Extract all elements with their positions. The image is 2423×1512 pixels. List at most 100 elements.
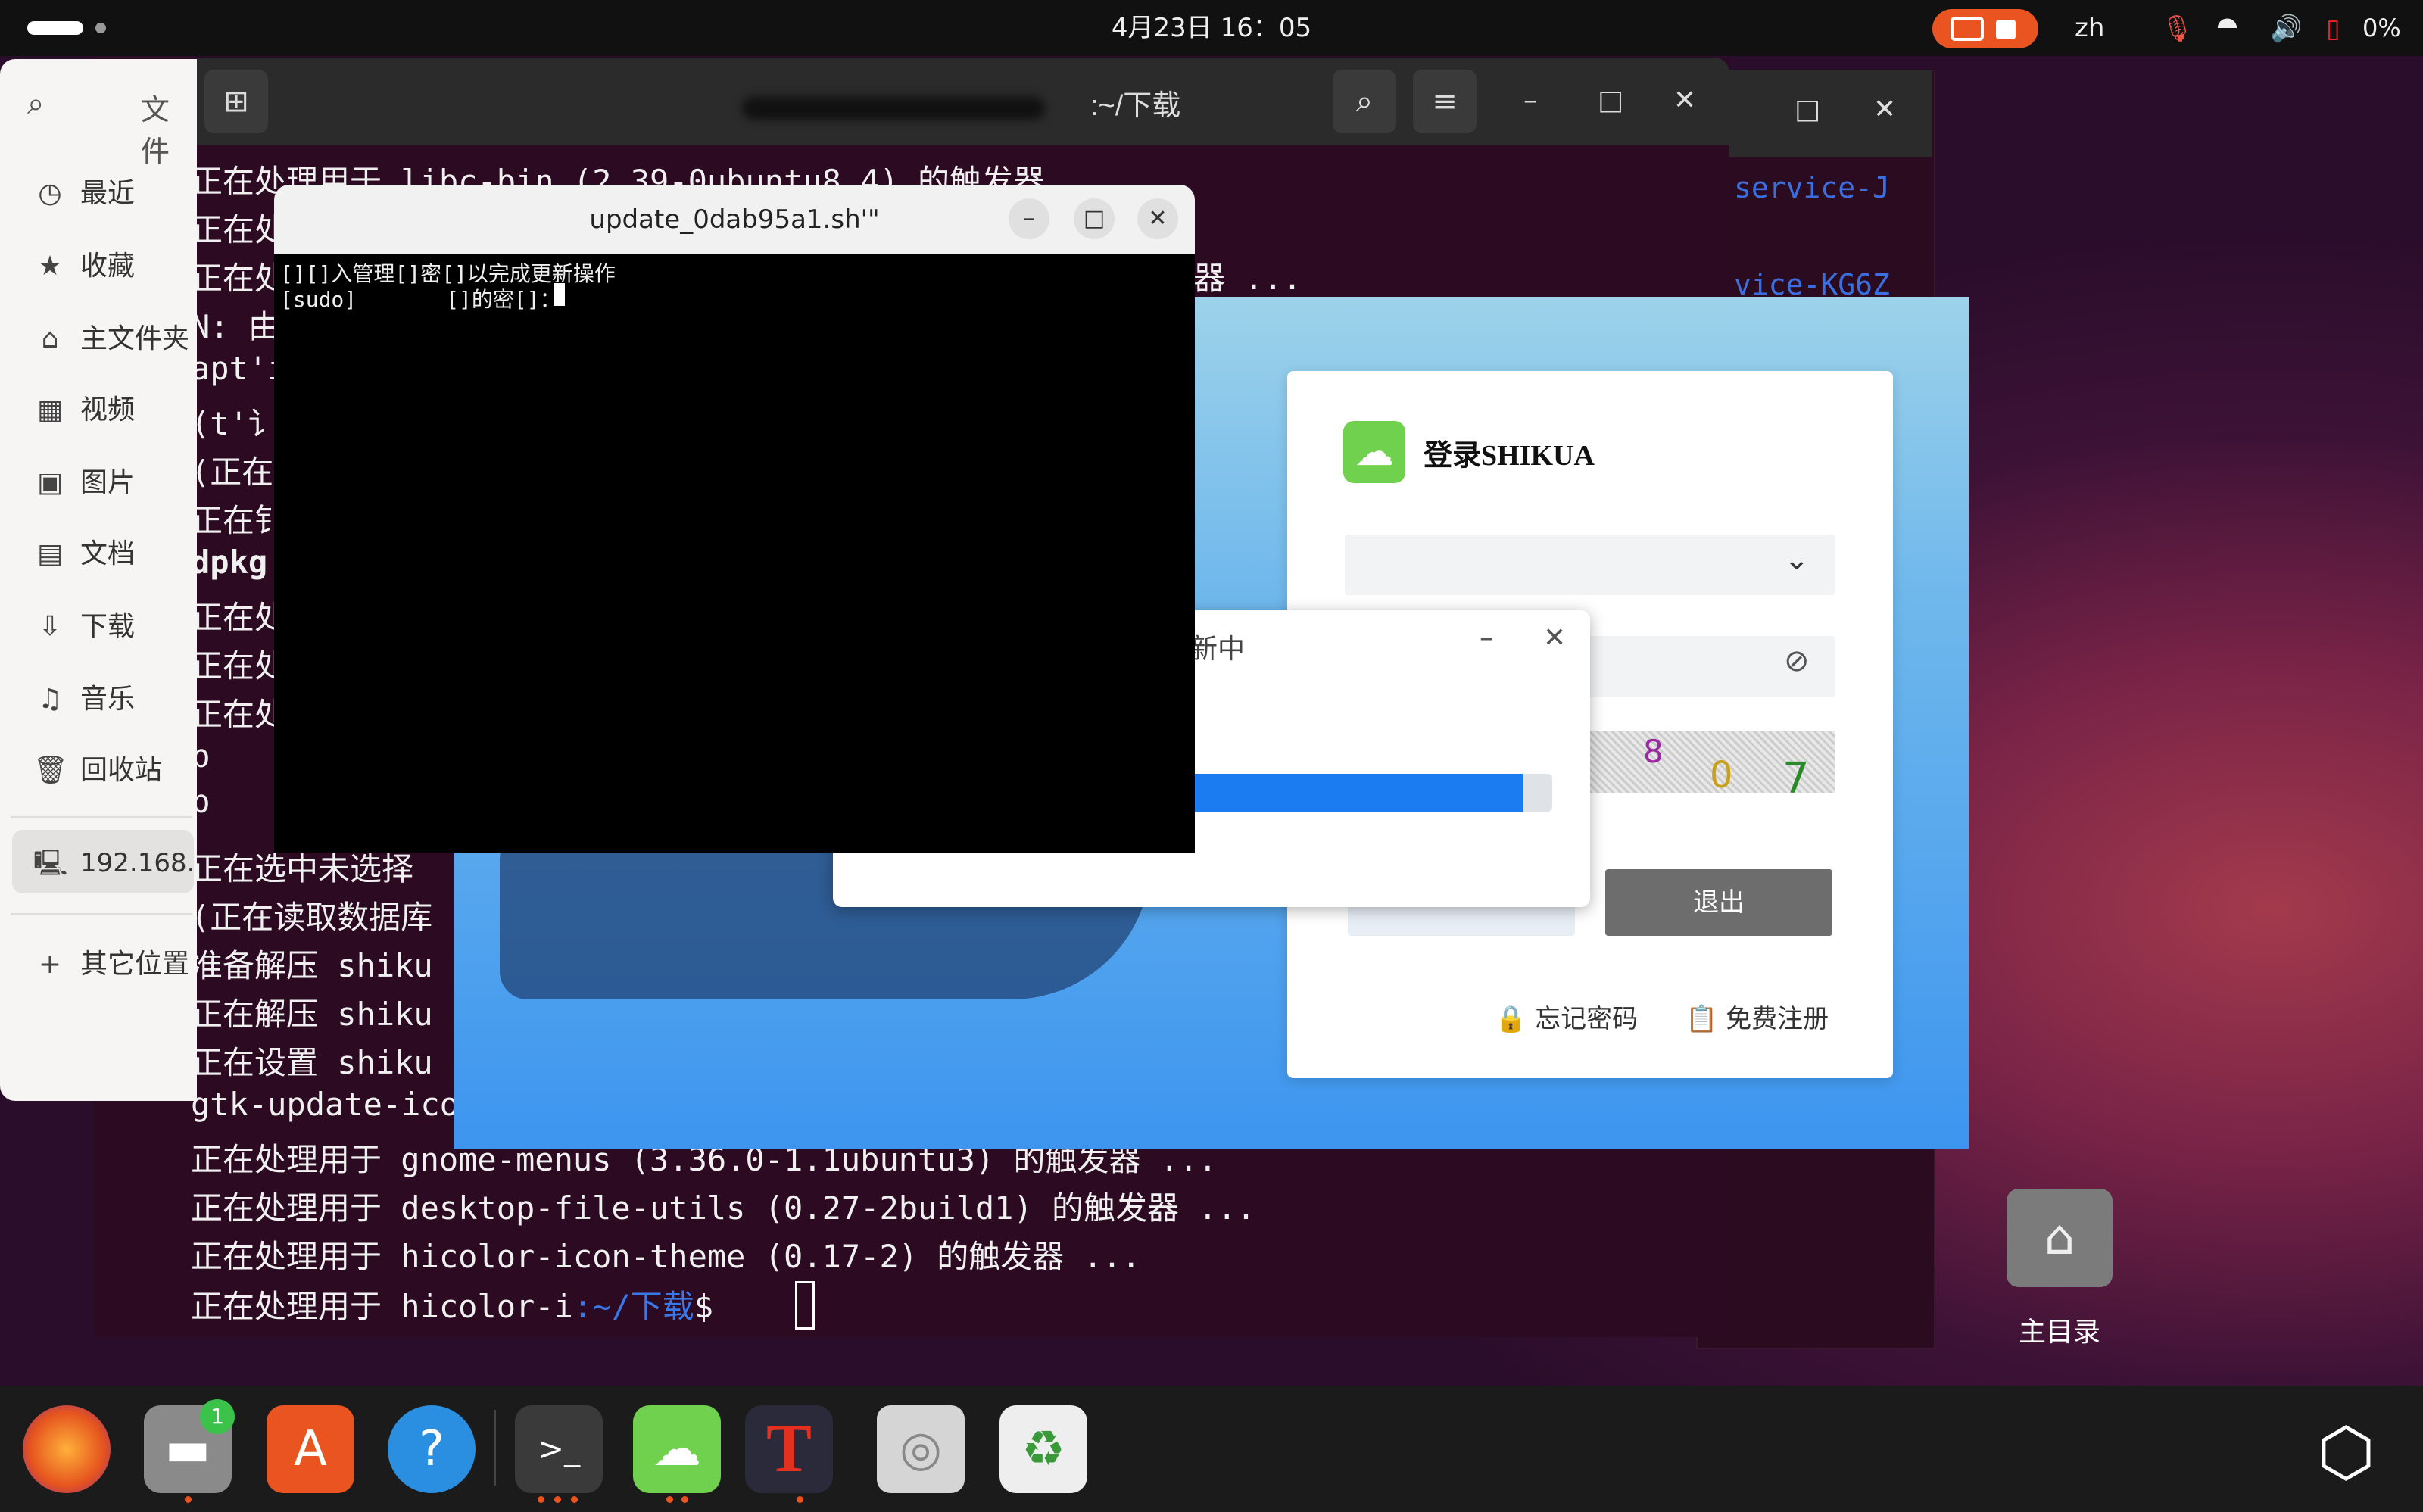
maximize-icon[interactable]: □	[1074, 198, 1115, 239]
sidebar-item-label: 视频	[80, 394, 136, 426]
menu-icon[interactable]: ≡	[1413, 70, 1477, 133]
notification-badge: 1	[200, 1399, 235, 1434]
minimize-icon[interactable]: –	[1523, 85, 1537, 116]
app-center-icon[interactable]: A	[267, 1405, 354, 1493]
dock-separator	[494, 1410, 496, 1486]
dock	[0, 1386, 2423, 1512]
register-icon: 📋	[1685, 1004, 1718, 1034]
battery-icon[interactable]: ▯	[2326, 14, 2340, 44]
minimize-icon[interactable]: –	[1480, 622, 1493, 653]
sidebar-item-label: 最近	[80, 178, 136, 209]
volume-icon[interactable]: 🔊	[2270, 14, 2302, 44]
sidebar-item-recent[interactable]: ◷ 最近	[33, 171, 135, 210]
firefox-icon[interactable]	[23, 1405, 111, 1493]
file-manager-title: 文件	[141, 93, 170, 168]
help-icon[interactable]: ?	[388, 1405, 476, 1493]
forgot-password-link[interactable]: 🔒 忘记密码	[1495, 998, 1638, 1035]
home-folder-icon[interactable]: ⌂	[2007, 1189, 2113, 1287]
close-icon[interactable]: ✕	[1673, 85, 1696, 116]
network-icon[interactable]: ⯊	[2217, 14, 2237, 44]
network-drive-icon: 🖳	[33, 848, 68, 878]
terminal-line: 正在处	[191, 260, 287, 297]
sidebar-item-network-label[interactable]: 🖳 192.168.	[33, 845, 195, 888]
sidebar-item-starred[interactable]: ★ 收藏	[33, 244, 135, 283]
running-indicator	[554, 1496, 561, 1503]
redacted-title	[742, 97, 1045, 120]
sidebar-item-music[interactable]: ♫ 音乐	[33, 677, 135, 716]
recycle-icon[interactable]: ♻	[999, 1405, 1087, 1493]
sidebar-item-label: 文档	[80, 538, 136, 569]
shikua-icon[interactable]: ☁	[633, 1405, 721, 1493]
running-indicator	[681, 1496, 688, 1503]
running-indicator	[185, 1496, 192, 1503]
sidebar-item-other-locations[interactable]: + 其它位置	[33, 942, 189, 981]
stop-icon[interactable]	[1996, 20, 2016, 39]
maximize-icon[interactable]: □	[1795, 94, 1820, 125]
video-icon: ▦	[36, 394, 63, 426]
battery-percent[interactable]: 0%	[2362, 0, 2401, 56]
eye-hidden-icon[interactable]: ⊘	[1784, 644, 1810, 678]
terminal-line: service-J	[1734, 171, 1890, 204]
divider	[11, 816, 192, 818]
home-folder-label[interactable]: 主目录	[1969, 1310, 2150, 1349]
terminal-line: 正在处	[191, 211, 287, 248]
register-link[interactable]: 📋 免费注册	[1685, 998, 1829, 1035]
terminal-line: 正在处	[191, 696, 287, 733]
star-icon: ★	[37, 251, 63, 282]
clock[interactable]: 4月23日 16：05	[0, 0, 2423, 56]
search-icon[interactable]: ⌕	[1333, 70, 1396, 133]
terminal-cursor	[795, 1281, 815, 1330]
sudo-terminal-title: update_0dab95a1.sh'"	[589, 204, 880, 235]
terminal-line: gtk-update-ico	[191, 1086, 460, 1123]
terminal-icon[interactable]: >_	[515, 1405, 603, 1493]
sidebar-item-pictures[interactable]: ▣ 图片	[33, 460, 135, 500]
microphone-icon[interactable]: 🎙	[2161, 14, 2194, 44]
running-indicator	[666, 1496, 673, 1503]
input-language[interactable]: zh	[2075, 0, 2104, 56]
sidebar-item-downloads[interactable]: ⇩ 下载	[33, 604, 135, 644]
close-icon[interactable]: ✕	[1873, 94, 1896, 125]
disc-icon[interactable]: ◎	[877, 1405, 965, 1493]
screen-recording-indicator[interactable]	[1932, 9, 2038, 48]
terminal-line: (正在	[191, 454, 274, 491]
show-apps-icon[interactable]: ⬡	[2317, 1413, 2375, 1491]
sidebar-item-documents[interactable]: ▤ 文档	[33, 532, 135, 571]
screencast-icon	[1951, 17, 1984, 41]
close-icon[interactable]: ✕	[1543, 622, 1566, 653]
app-logo-icon: ☁	[1343, 421, 1405, 483]
terminal-line: apt'i	[191, 350, 287, 387]
exit-button[interactable]: 退出	[1605, 869, 1832, 936]
minimize-icon[interactable]: –	[1009, 198, 1049, 239]
sidebar-item-label: 下载	[80, 611, 136, 642]
text-editor-icon[interactable]: T	[745, 1405, 833, 1493]
sidebar-item-home[interactable]: ⌂ 主文件夹	[33, 316, 189, 356]
terminal-line: 正在处理用于 hicolor-i:~/下载$	[191, 1281, 713, 1327]
trash-icon: 🗑	[33, 755, 68, 786]
close-icon[interactable]: ✕	[1137, 198, 1178, 239]
sidebar-item-videos[interactable]: ▦ 视频	[33, 388, 135, 427]
forgot-password-label: 忘记密码	[1535, 1004, 1639, 1034]
terminal-line: (正在读取数据库	[191, 899, 433, 936]
sidebar-item-trash[interactable]: 🗑 回收站	[33, 748, 162, 787]
captcha-char: 7	[1782, 754, 1810, 803]
terminal-line-tail: 器 ...	[1193, 260, 1302, 297]
download-icon: ⇩	[38, 611, 62, 642]
chevron-down-icon[interactable]: ⌄	[1784, 542, 1810, 577]
terminal-cursor	[554, 283, 565, 306]
sidebar-item-label: 图片	[80, 467, 136, 498]
update-progress-fill	[1181, 774, 1523, 812]
terminal-line: N: 由	[191, 308, 280, 345]
server-select[interactable]	[1345, 535, 1835, 595]
terminal-line: 准备解压 shiku	[191, 947, 433, 984]
new-tab-icon[interactable]: ⊞	[204, 70, 268, 133]
maximize-icon[interactable]: □	[1598, 85, 1623, 116]
terminal-line: 正在处	[191, 599, 287, 636]
terminal-line: 正在处理用于 hicolor-icon-theme (0.17-2) 的触发器 …	[191, 1238, 1141, 1275]
terminal-line: 正在解压 shiku	[191, 996, 433, 1033]
search-icon[interactable]: ⌕	[27, 86, 44, 121]
update-dialog-title: 新中	[1190, 634, 1246, 665]
terminal-prompt-symbol: $	[694, 1288, 714, 1325]
terminal-line: 正在钅	[191, 502, 287, 539]
plus-icon: +	[38, 949, 62, 980]
captcha-image[interactable]: 8 0 7	[1590, 731, 1835, 803]
